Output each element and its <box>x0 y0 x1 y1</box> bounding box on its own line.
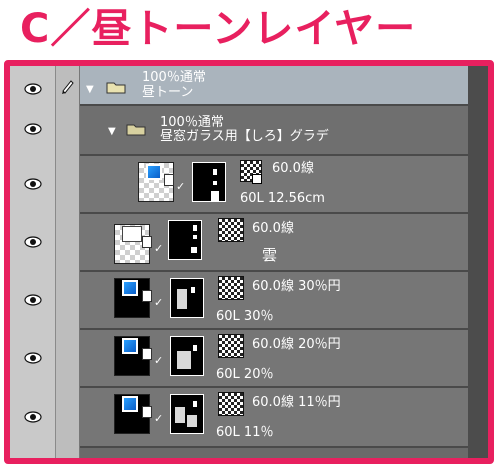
layer-name: 60L 30％ <box>216 309 274 324</box>
folder-layer-window-glass[interactable]: ▼ 100％通常 昼窓ガラス用【しろ】グラデ <box>80 106 468 156</box>
cloud-thumbnail-icon <box>122 226 142 242</box>
eye-icon[interactable] <box>24 294 42 306</box>
layer-mask-thumbnail <box>168 220 202 260</box>
mask-link-icon <box>142 406 152 418</box>
mask-link-icon <box>142 348 152 360</box>
tone-color-icon <box>122 280 138 296</box>
eye-icon[interactable] <box>24 411 42 423</box>
layer-name: 60L 20％ <box>216 367 274 382</box>
check-icon: ✓ <box>154 412 164 425</box>
folder-icon <box>126 124 146 136</box>
eye-icon[interactable] <box>24 123 42 135</box>
check-icon: ✓ <box>154 354 164 367</box>
check-icon: ✓ <box>154 242 164 255</box>
eye-icon[interactable] <box>24 178 42 190</box>
pen-icon[interactable] <box>60 78 76 94</box>
eye-icon[interactable] <box>24 352 42 364</box>
layer-name: 昼トーン <box>142 85 194 100</box>
tone-settings: 60.0線 <box>252 221 294 236</box>
tone-swatch <box>218 334 244 358</box>
layer-row[interactable]: ✓ 60.0線 20％円 60L 20％ <box>80 330 468 388</box>
tone-corner-icon <box>252 174 262 184</box>
tone-color-icon <box>146 164 162 180</box>
layer-mask-thumbnail <box>170 336 204 376</box>
layer-row[interactable]: ✓ 60.0線 11％円 60L 11％ <box>80 388 468 448</box>
page-title: C／昼トーンレイヤー <box>20 6 417 52</box>
layer-name: 昼窓ガラス用【しろ】グラデ <box>160 129 329 144</box>
expand-triangle-icon[interactable]: ▼ <box>108 126 116 137</box>
tone-color-icon <box>122 338 138 354</box>
layer-name: 雲 <box>262 246 278 264</box>
tone-settings: 60.0線 30％円 <box>252 279 341 294</box>
layer-mask-thumbnail <box>170 278 204 318</box>
check-icon: ✓ <box>154 296 164 309</box>
mask-link-icon <box>164 174 174 186</box>
edit-column <box>56 66 80 458</box>
eye-icon[interactable] <box>24 83 42 95</box>
tone-swatch <box>218 218 244 242</box>
mask-link-icon <box>142 290 152 302</box>
folder-icon <box>106 82 126 94</box>
layer-row[interactable]: ✓ 60.0線 雲 <box>80 214 468 272</box>
eye-icon[interactable] <box>24 236 42 248</box>
layer-row[interactable]: ✓ 60.0線 60L 12.56cm <box>80 156 468 214</box>
layer-row[interactable]: ✓ 60.0線 30％円 60L 30％ <box>80 272 468 330</box>
layer-mode: 100％通常 <box>160 115 224 130</box>
tone-color-icon <box>122 396 138 412</box>
layer-name: 60L 11％ <box>216 425 274 440</box>
tone-settings: 60.0線 11％円 <box>252 395 341 410</box>
expand-triangle-icon[interactable]: ▼ <box>86 84 94 95</box>
layer-mode: 100％通常 <box>142 70 206 85</box>
layer-mask-thumbnail <box>170 394 204 434</box>
folder-layer-hiru-tone[interactable]: ▼ 100％通常 昼トーン <box>80 66 468 106</box>
layer-panel: ▼ 100％通常 昼トーン ▼ 100％通常 昼窓ガラス用【しろ】グラデ ✓ 6… <box>4 60 494 464</box>
tone-settings: 60.0線 20％円 <box>252 337 341 352</box>
tone-settings: 60.0線 <box>272 161 314 176</box>
scrollbar[interactable] <box>468 66 488 458</box>
layer-name: 60L 12.56cm <box>240 191 325 206</box>
layer-mask-thumbnail <box>192 162 226 202</box>
mask-link-icon <box>142 236 152 248</box>
tone-swatch <box>218 392 244 416</box>
tone-swatch <box>218 276 244 300</box>
check-icon: ✓ <box>176 180 186 193</box>
